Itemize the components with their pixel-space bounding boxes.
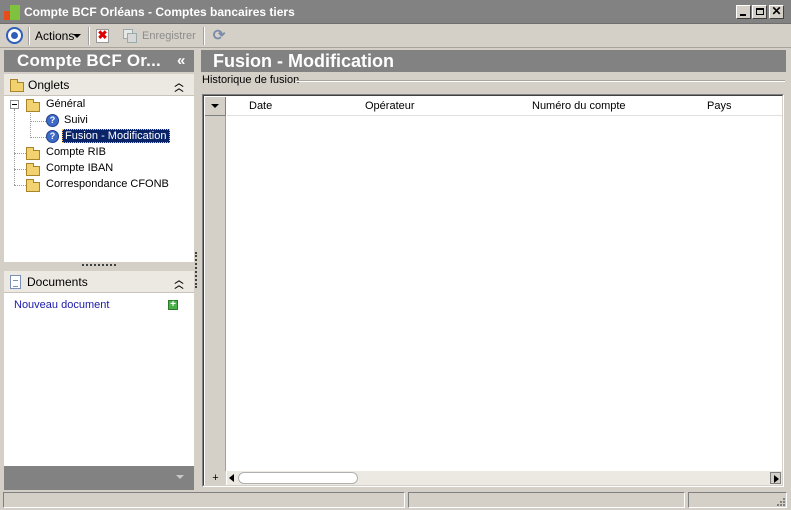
group-box-divider xyxy=(296,80,785,82)
scrollbar-thumb[interactable] xyxy=(238,472,358,484)
chevron-double-up-icon[interactable]: ︿ ︿ xyxy=(174,276,184,290)
actions-label: Actions xyxy=(35,29,75,43)
maximize-icon xyxy=(756,8,764,15)
tree-item-label: Suivi xyxy=(64,114,88,126)
left-panel-title: Compte BCF Or... xyxy=(17,51,161,70)
documents-label: Documents xyxy=(27,275,88,289)
column-header-pays[interactable]: Pays xyxy=(707,100,731,112)
documents-section-header[interactable]: Documents ︿ ︿ xyxy=(4,271,194,293)
folder-open-icon xyxy=(26,99,40,112)
save-label: Enregistrer xyxy=(142,30,196,42)
column-header-date[interactable]: Date xyxy=(249,100,272,112)
add-row-button[interactable]: + xyxy=(205,471,226,485)
toolbar-separator xyxy=(203,27,205,45)
app-menu-icon[interactable] xyxy=(6,27,23,44)
window-title-bar[interactable]: Compte BCF Orléans - Comptes bancaires t… xyxy=(0,0,791,24)
window-title: Compte BCF Orléans - Comptes bancaires t… xyxy=(24,5,295,19)
tree-item-label: Compte RIB xyxy=(46,146,106,158)
close-icon: ✕ xyxy=(771,4,782,18)
grid-column-chooser[interactable] xyxy=(205,97,226,116)
chevron-down-icon xyxy=(211,104,219,108)
save-icon xyxy=(123,29,137,43)
scroll-right-icon[interactable] xyxy=(770,472,781,484)
close-button[interactable]: ✕ xyxy=(769,5,784,19)
document-icon xyxy=(10,275,21,289)
status-cell xyxy=(3,492,405,508)
tree-item-label: Correspondance CFONB xyxy=(46,178,169,190)
folder-icon xyxy=(26,179,40,192)
column-header-operateur[interactable]: Opérateur xyxy=(365,100,415,112)
tree-item-general[interactable]: Général xyxy=(26,98,146,112)
chevron-down-icon xyxy=(73,34,81,38)
documents-panel: Nouveau document + xyxy=(4,293,194,466)
refresh-icon[interactable]: ⟳ xyxy=(210,28,228,44)
app-logo-icon xyxy=(4,5,20,20)
fusion-history-grid[interactable]: Date Opérateur Numéro du compte Pays + xyxy=(202,94,784,487)
folder-icon xyxy=(10,79,24,92)
maximize-button[interactable] xyxy=(752,5,767,19)
tree-collapse-toggle[interactable] xyxy=(10,100,19,109)
main-header: Fusion - Modification xyxy=(201,50,786,72)
row-header-strip xyxy=(205,116,226,472)
minimize-button[interactable] xyxy=(736,5,751,19)
resize-grip-icon[interactable] xyxy=(774,496,786,508)
status-cell xyxy=(408,492,685,508)
chevron-down-icon xyxy=(176,475,184,479)
collapse-left-panel-icon[interactable]: « xyxy=(177,52,185,69)
left-panel-footer[interactable] xyxy=(4,466,194,490)
left-panel-header: Compte BCF Or... « xyxy=(4,50,194,72)
onglets-tree: Général ? Suivi ? Fusion - Modification … xyxy=(4,96,194,262)
horizontal-scrollbar[interactable] xyxy=(227,471,782,485)
group-box-label: Historique de fusion xyxy=(202,74,302,86)
plus-icon[interactable]: + xyxy=(168,300,178,310)
tree-item-correspondance-cfonb[interactable]: Correspondance CFONB xyxy=(26,178,186,192)
toolbar-separator xyxy=(88,27,90,45)
chevron-double-up-icon[interactable]: ︿ ︿ xyxy=(174,79,184,93)
page-title: Fusion - Modification xyxy=(213,51,394,71)
horizontal-splitter-grip[interactable] xyxy=(82,264,116,267)
tree-item-fusion-modification[interactable]: ? Fusion - Modification xyxy=(46,129,186,144)
new-document-link[interactable]: Nouveau document xyxy=(14,299,109,311)
delete-icon: ✖ xyxy=(97,28,108,42)
status-bar xyxy=(0,490,791,510)
tree-item-label-selected: Fusion - Modification xyxy=(62,129,170,143)
delete-button[interactable]: ✖ xyxy=(96,28,109,43)
toolbar-separator xyxy=(28,27,30,45)
help-icon: ? xyxy=(46,114,59,127)
toolbar: Actions ✖ Enregistrer ⟳ xyxy=(0,24,791,48)
tree-item-compte-rib[interactable]: Compte RIB xyxy=(26,146,166,160)
help-icon: ? xyxy=(46,130,59,143)
folder-icon xyxy=(26,147,40,160)
folder-icon xyxy=(26,163,40,176)
grid-column-headers: Date Opérateur Numéro du compte Pays xyxy=(227,97,782,116)
scroll-left-icon[interactable] xyxy=(229,474,234,482)
minimize-icon xyxy=(740,14,746,16)
tree-item-label: Compte IBAN xyxy=(46,162,114,174)
onglets-label: Onglets xyxy=(28,78,70,92)
vertical-splitter-grip[interactable] xyxy=(195,252,198,288)
column-header-numero-compte[interactable]: Numéro du compte xyxy=(532,100,626,112)
tree-item-compte-iban[interactable]: Compte IBAN xyxy=(26,162,166,176)
onglets-section-header[interactable]: Onglets ︿ ︿ xyxy=(4,74,194,96)
tree-item-label: Général xyxy=(46,98,86,110)
tree-item-suivi[interactable]: ? Suivi xyxy=(46,114,166,128)
status-cell xyxy=(688,492,787,508)
